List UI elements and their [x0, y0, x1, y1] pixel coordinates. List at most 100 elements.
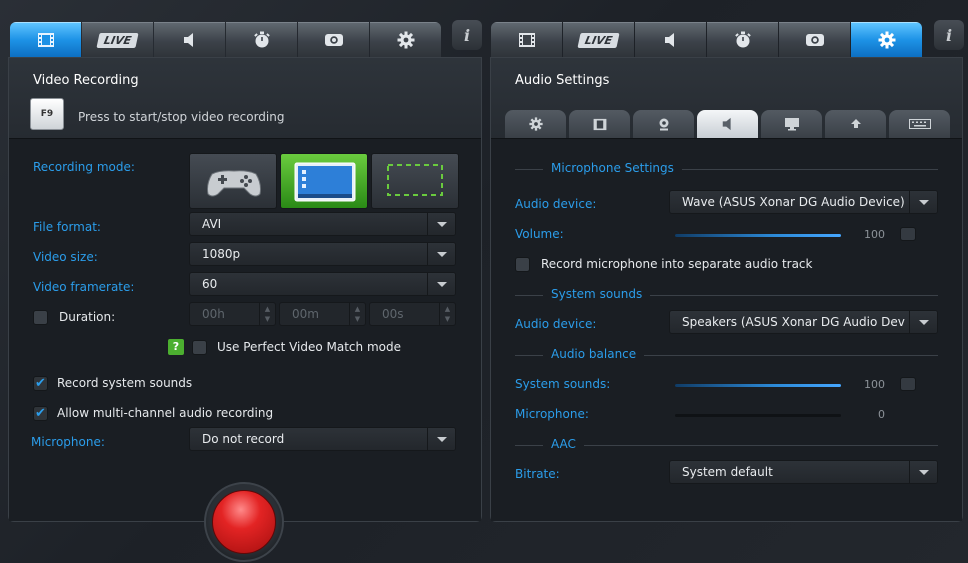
volume-label: Volume:: [515, 227, 564, 241]
framerate-dropdown[interactable]: 60: [189, 272, 456, 296]
audio-subtabs: [505, 110, 951, 138]
subtab-upload[interactable]: [825, 110, 886, 138]
subtab-audio[interactable]: [697, 110, 758, 138]
microphone-value: Do not record: [202, 432, 285, 446]
record-icon: [212, 490, 276, 554]
separate-track-label: Record microphone into separate audio tr…: [541, 257, 813, 271]
video-recording-panel: LIVE i Video Recording F9 Press to start…: [8, 20, 483, 562]
tab-video[interactable]: [491, 22, 562, 57]
volume-fill: [675, 234, 841, 237]
tab-audio[interactable]: [154, 22, 225, 57]
multichannel-checkbox[interactable]: ✔: [33, 406, 48, 421]
desktop-icon: [294, 162, 356, 202]
film-icon: [518, 33, 535, 47]
tab-settings[interactable]: [370, 22, 441, 57]
framerate-value: 60: [202, 277, 218, 291]
subtab-video[interactable]: [569, 110, 630, 138]
speaker-icon: [664, 33, 674, 47]
chevron-down-icon: [427, 213, 455, 235]
duration-hours[interactable]: 00h ▲ ▼: [189, 302, 276, 326]
tab-screenshot[interactable]: [779, 22, 850, 57]
balance-mic-value: 0: [878, 408, 885, 421]
gamepad-icon: [207, 170, 261, 197]
system-sounds-section: System sounds: [515, 287, 938, 302]
recording-mode-selector: [189, 153, 459, 209]
tab-audio[interactable]: [635, 22, 706, 57]
help-icon[interactable]: ?: [168, 339, 184, 355]
file-format-value: AVI: [202, 217, 222, 231]
tab-live[interactable]: LIVE: [563, 22, 634, 57]
framerate-label: Video framerate:: [33, 280, 135, 294]
duration-minutes[interactable]: 00m ▲ ▼: [279, 302, 366, 326]
info-icon: i: [945, 25, 953, 45]
chevron-down-icon: [427, 273, 455, 295]
speaker-icon: [183, 33, 193, 47]
film-icon: [37, 33, 54, 47]
mode-game-button[interactable]: [189, 153, 277, 209]
video-panel-body: Video Recording F9 Press to start/stop v…: [8, 57, 482, 522]
perfect-match-label: Use Perfect Video Match mode: [217, 340, 401, 354]
duration-checkbox[interactable]: [33, 310, 48, 325]
webcam-icon: [659, 118, 668, 131]
section-title: Audio balance: [543, 347, 645, 361]
help-icon-glyph: ?: [172, 340, 180, 353]
microphone-dropdown[interactable]: Do not record: [189, 427, 456, 451]
audio-header: Audio Settings: [491, 58, 962, 138]
tab-live[interactable]: LIVE: [82, 22, 153, 57]
system-sounds-checkbox[interactable]: ✔: [33, 376, 48, 391]
gear-icon: [878, 31, 895, 49]
stepper-arrows-icon[interactable]: ▲ ▼: [439, 303, 455, 325]
hotkey-button[interactable]: F9: [30, 98, 64, 130]
duration-seconds[interactable]: 00s ▲ ▼: [369, 302, 456, 326]
duration-hours-value: 00h: [202, 307, 225, 321]
mode-desktop-button[interactable]: [280, 153, 368, 209]
subtab-general[interactable]: [505, 110, 566, 138]
system-device-dropdown[interactable]: Speakers (ASUS Xonar DG Audio Dev: [669, 310, 938, 334]
volume-slider[interactable]: [675, 234, 841, 237]
audio-settings-area: Microphone Settings Audio device: Wave (…: [491, 138, 962, 521]
mic-device-label: Audio device:: [515, 197, 597, 211]
balance-mic-slider[interactable]: [675, 414, 841, 417]
speaker-icon: [722, 117, 731, 131]
monitor-icon: [784, 118, 799, 131]
duration-minutes-value: 00m: [292, 307, 319, 321]
stepper-arrows-icon[interactable]: ▲ ▼: [349, 303, 365, 325]
audio-settings-panel: LIVE i Audio Settings Microphone Setting…: [488, 20, 964, 522]
tab-video[interactable]: [10, 22, 81, 57]
file-format-dropdown[interactable]: AVI: [189, 212, 456, 236]
hotkey-key: F9: [40, 109, 54, 119]
tab-settings[interactable]: [851, 22, 922, 57]
chevron-down-icon: [909, 191, 937, 213]
video-size-dropdown[interactable]: 1080p: [189, 242, 456, 266]
video-size-label: Video size:: [33, 250, 98, 264]
info-button[interactable]: i: [452, 20, 482, 50]
perfect-match-checkbox[interactable]: [192, 340, 207, 355]
tab-screenshot[interactable]: [298, 22, 369, 57]
mute-icon[interactable]: [900, 377, 916, 391]
mute-icon[interactable]: [900, 227, 916, 241]
subtab-display[interactable]: [761, 110, 822, 138]
recording-mode-label: Recording mode:: [33, 160, 135, 174]
stopwatch-icon: [734, 31, 751, 48]
stopwatch-icon: [253, 31, 270, 48]
tab-timer[interactable]: [226, 22, 297, 57]
section-title: AAC: [543, 437, 584, 451]
subtab-webcam[interactable]: [633, 110, 694, 138]
bitrate-label: Bitrate:: [515, 467, 560, 481]
stepper-arrows-icon[interactable]: ▲ ▼: [259, 303, 275, 325]
bitrate-dropdown[interactable]: System default: [669, 460, 938, 484]
live-icon: LIVE: [577, 32, 620, 48]
audio-balance-section: Audio balance: [515, 347, 938, 362]
record-button[interactable]: [204, 482, 284, 562]
section-title: System sounds: [543, 287, 651, 301]
subtab-hotkeys[interactable]: [889, 110, 950, 138]
separate-track-checkbox[interactable]: [515, 257, 530, 272]
balance-system-slider[interactable]: [675, 384, 841, 387]
mode-region-button[interactable]: [371, 153, 459, 209]
mic-device-dropdown[interactable]: Wave (ASUS Xonar DG Audio Device): [669, 190, 938, 214]
tab-timer[interactable]: [707, 22, 778, 57]
info-button[interactable]: i: [934, 20, 964, 50]
aac-section: AAC: [515, 437, 938, 452]
live-icon-label: LIVE: [583, 33, 614, 47]
camera-icon: [324, 34, 343, 46]
